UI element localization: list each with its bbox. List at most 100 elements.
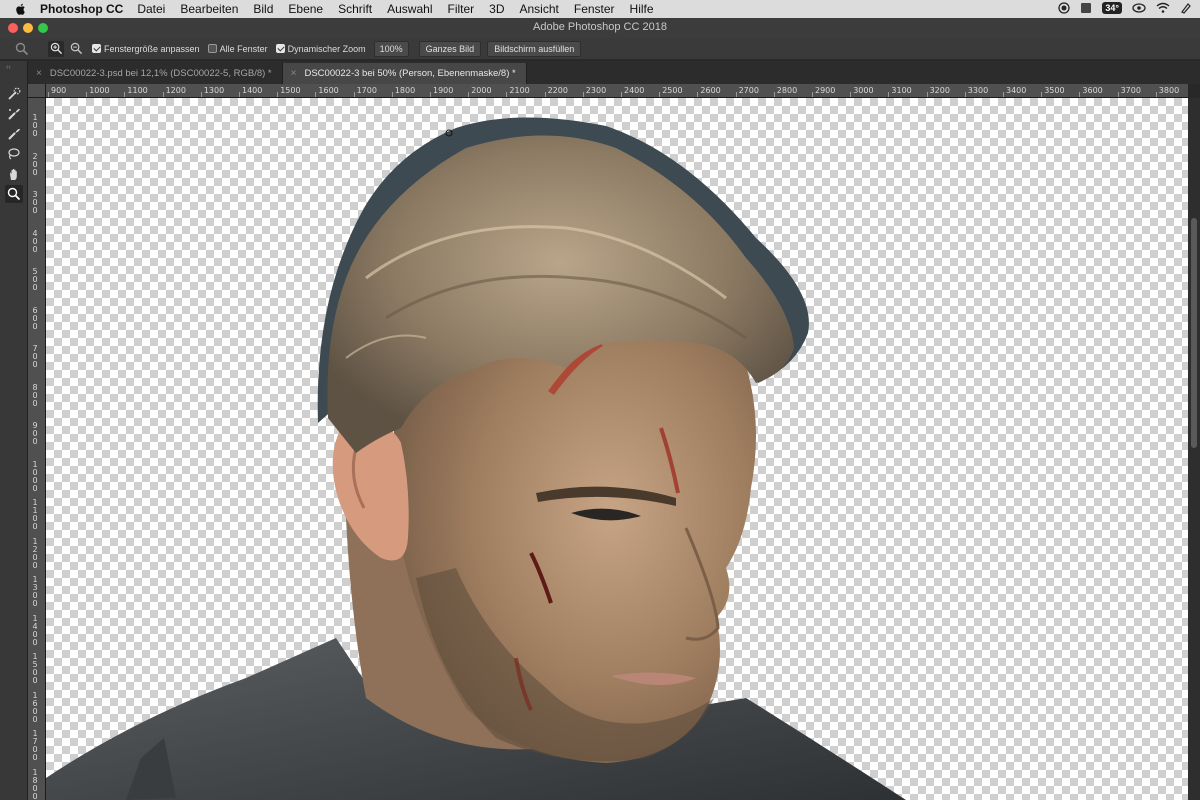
document-tab-1-label: DSC00022-3.psd bei 12,1% (DSC00022-5, RG… [49, 68, 272, 79]
menu-3d[interactable]: 3D [489, 2, 504, 16]
display-icon[interactable] [1080, 2, 1092, 14]
fill-screen-button[interactable]: Bildschirm ausfüllen [487, 40, 582, 57]
ruler-label: 1600 [32, 690, 38, 724]
ruler-tick [506, 92, 508, 97]
ruler-label: 1300 [32, 575, 38, 608]
fit-screen-button[interactable]: Ganzes Bild [418, 40, 482, 57]
zoom-100-button[interactable]: 100% [373, 40, 409, 57]
ruler-label: 1400 [242, 86, 263, 95]
ruler-label: 3600 [1082, 86, 1103, 95]
horizontal-ruler[interactable]: 900 1000 1100 1200 1300 1400 1500 1600 1700 1800 1… [46, 84, 1188, 98]
app-name-menu[interactable]: Photoshop CC [40, 2, 123, 16]
menu-schrift[interactable]: Schrift [338, 2, 372, 16]
menu-fenster[interactable]: Fenster [574, 2, 615, 16]
all-windows-checkbox[interactable]: Alle Fenster [207, 43, 268, 54]
ruler-tick [964, 92, 966, 97]
ruler-tick [621, 92, 622, 97]
window-title: Adobe Photoshop CC 2018 [533, 21, 667, 33]
ruler-label: 3700 [1120, 86, 1141, 95]
refine-edge-brush-icon[interactable] [5, 105, 23, 123]
ruler-label: 3200 [929, 86, 950, 95]
ruler-label: 2600 [700, 86, 721, 95]
zoom-in-icon[interactable] [48, 40, 64, 57]
wifi-icon[interactable] [1156, 2, 1170, 14]
vertical-scrollbar[interactable] [1188, 98, 1200, 800]
menu-ansicht[interactable]: Ansicht [520, 2, 559, 16]
ruler-tick [582, 92, 584, 97]
scrubby-zoom-label: Dynamischer Zoom [287, 43, 366, 54]
document-tab-2[interactable]: × DSC00022-3 bei 50% (Person, Ebenenmask… [282, 63, 527, 84]
ruler-tick [1079, 92, 1081, 97]
scrollbar-thumb[interactable] [1191, 218, 1197, 448]
ruler-label: 3800 [1158, 86, 1180, 95]
vertical-ruler[interactable]: 100 200 300 400 500 600 700 800 900 1000 1100 1200 1… [28, 84, 46, 800]
quick-selection-brush-icon[interactable] [5, 85, 23, 103]
menu-bearbeiten[interactable]: Bearbeiten [180, 2, 238, 16]
ruler-origin[interactable] [28, 84, 46, 98]
document-tab-2-label: DSC00022-3 bei 50% (Person, Ebenenmaske/… [304, 68, 516, 79]
ruler-label: 800 [32, 382, 38, 408]
ruler-label: 1200 [165, 86, 186, 95]
hand-icon[interactable] [5, 165, 23, 183]
window-title-bar: Adobe Photoshop CC 2018 [0, 18, 1200, 38]
ruler-tick [735, 92, 737, 97]
ruler-label: 600 [32, 305, 38, 331]
ruler-label: 1800 [32, 767, 38, 800]
ruler-label: 2200 [547, 86, 568, 95]
ruler-tick [659, 92, 661, 97]
all-windows-label: Alle Fenster [219, 43, 268, 54]
ruler-tick [353, 92, 355, 97]
document-canvas[interactable] [46, 98, 1188, 800]
fit-window-checkbox[interactable]: Fenstergröße anpassen [92, 44, 200, 54]
ruler-tick [48, 92, 49, 97]
cloud-sync-icon[interactable] [1132, 2, 1146, 14]
ruler-label: 1100 [127, 86, 148, 95]
menu-auswahl[interactable]: Auswahl [387, 2, 432, 16]
record-icon[interactable] [1058, 2, 1071, 14]
ruler-label: 3400 [1006, 86, 1027, 95]
ruler-label: 100 [32, 113, 38, 138]
all-windows-checkbox-box[interactable] [207, 44, 217, 53]
ear [332, 423, 409, 561]
ruler-tick [773, 92, 775, 97]
ruler-label: 2300 [585, 86, 607, 95]
ruler-tick [1041, 92, 1043, 97]
fit-window-checkbox-box[interactable] [92, 44, 101, 53]
apple-menu-icon[interactable] [14, 2, 28, 16]
zoom-tool-preset-icon[interactable] [14, 41, 30, 57]
menu-filter[interactable]: Filter [447, 2, 474, 16]
ruler-label: 3500 [1044, 86, 1065, 95]
ruler-label: 3000 [853, 86, 874, 95]
ruler-tick [124, 92, 126, 97]
ruler-label: 1700 [356, 86, 377, 95]
ruler-tick [391, 92, 393, 97]
ruler-tick [812, 92, 813, 97]
script-editor-icon[interactable] [1180, 2, 1192, 14]
panel-grip[interactable]: ‹‹ [6, 64, 11, 71]
zoom-tool-options-bar: Fenstergröße anpassen Alle Fenster Dynam… [0, 38, 1200, 60]
ruler-label: 1800 [394, 86, 416, 95]
ruler-label: 400 [32, 228, 38, 254]
close-tab-icon[interactable]: × [36, 68, 42, 79]
close-tab-icon[interactable]: × [291, 68, 297, 79]
ruler-label: 500 [32, 267, 38, 292]
brush-icon[interactable] [5, 125, 23, 143]
masked-person-layer [46, 117, 906, 800]
ruler-label: 3100 [891, 86, 912, 95]
ruler-label: 1600 [318, 86, 339, 95]
fit-window-label: Fenstergröße anpassen [104, 43, 200, 54]
lasso-icon[interactable] [5, 145, 23, 163]
menu-ebene[interactable]: Ebene [288, 2, 323, 16]
zoom-out-icon[interactable] [68, 41, 84, 57]
menu-datei[interactable]: Datei [137, 2, 165, 16]
ruler-tick [850, 92, 852, 97]
ruler-tick [239, 92, 240, 97]
zoom-icon[interactable] [5, 185, 23, 203]
document-tab-1[interactable]: × DSC00022-3.psd bei 12,1% (DSC00022-5, … [28, 63, 283, 84]
menu-bild[interactable]: Bild [253, 2, 273, 16]
temperature-badge[interactable]: 34° [1102, 2, 1122, 14]
scrubby-zoom-checkbox[interactable]: Dynamischer Zoom [275, 43, 366, 54]
ruler-label: 2800 [776, 86, 798, 95]
scrubby-zoom-checkbox-box[interactable] [275, 44, 285, 53]
menu-hilfe[interactable]: Hilfe [630, 2, 654, 16]
